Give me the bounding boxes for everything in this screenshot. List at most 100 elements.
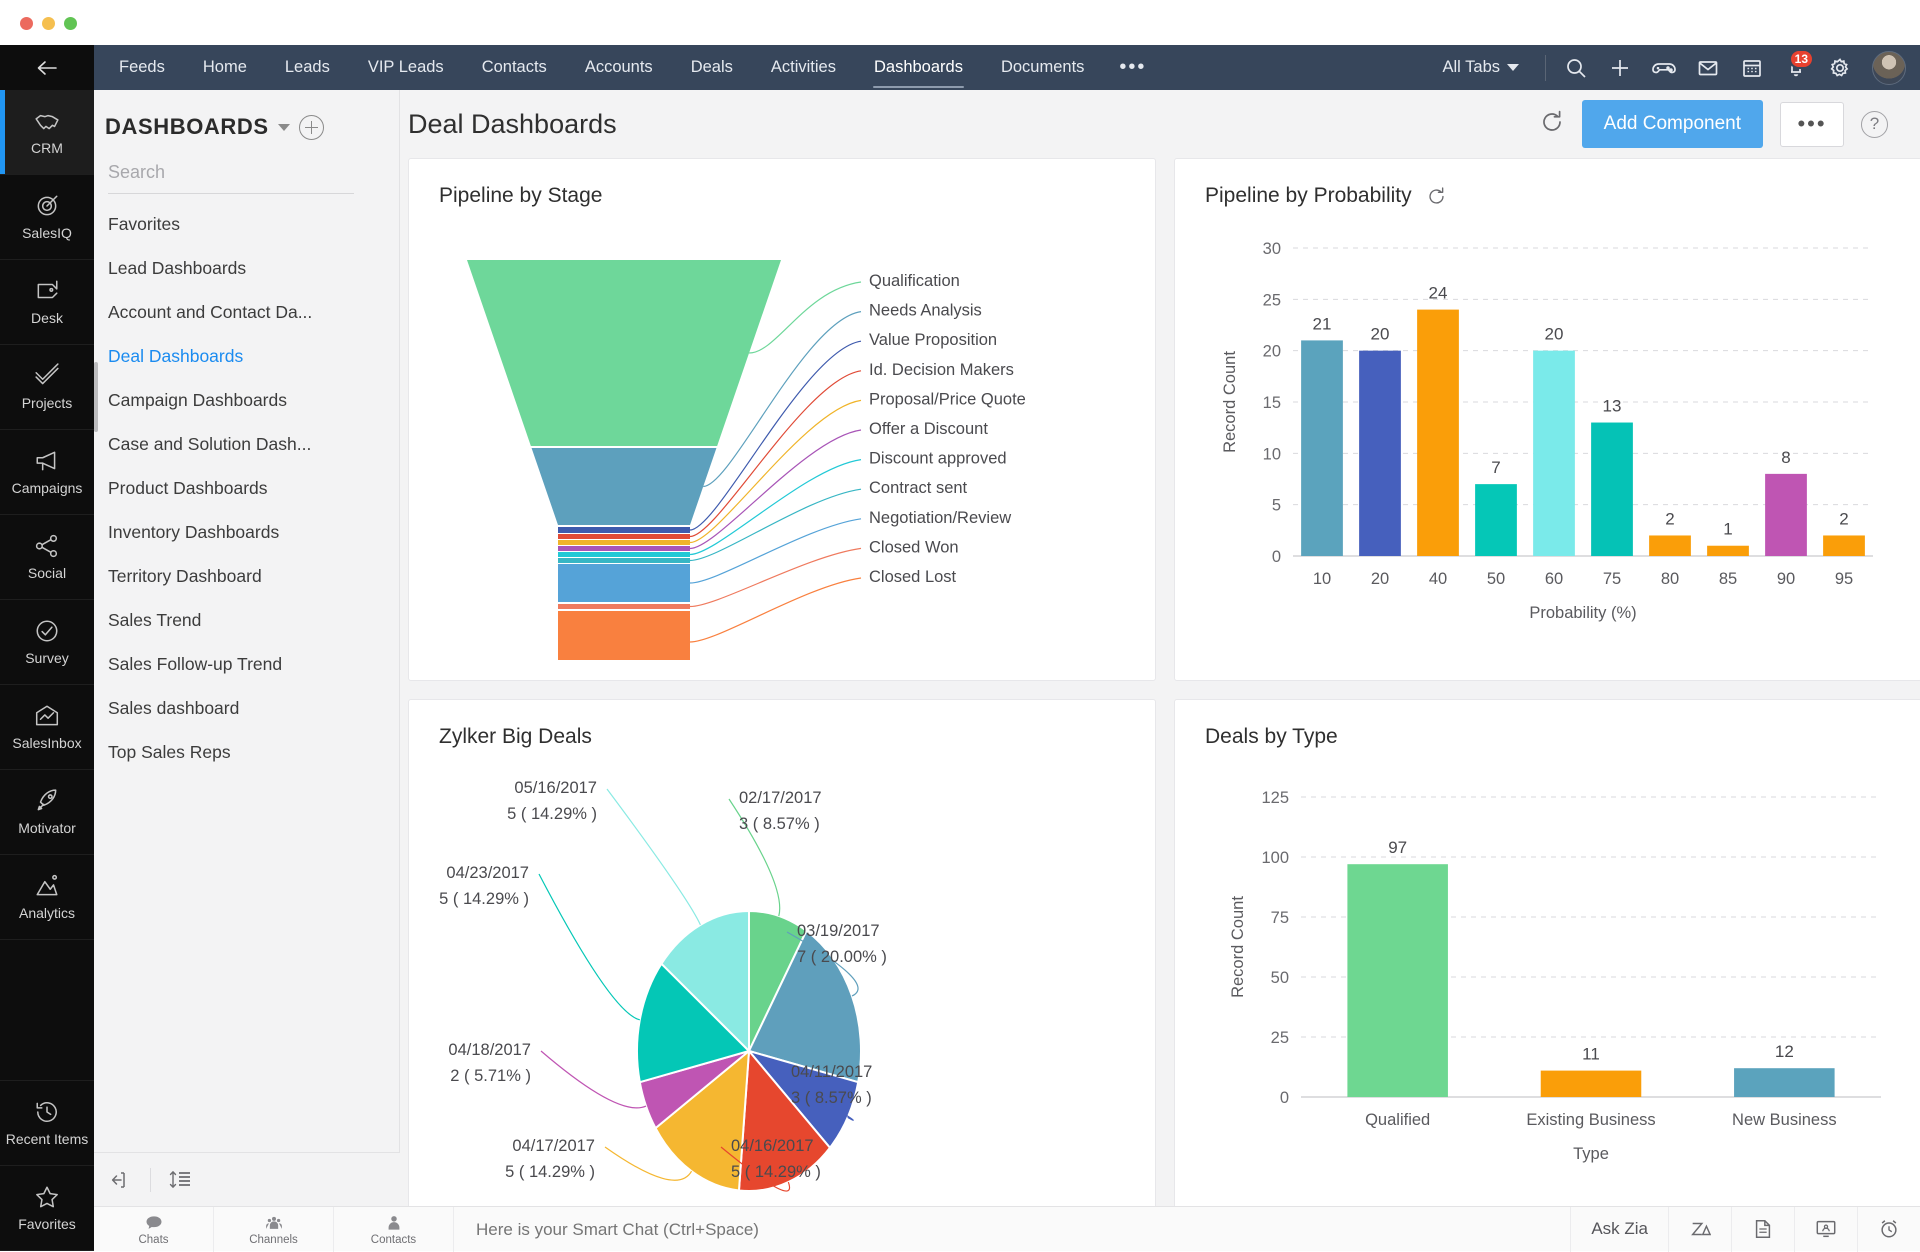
rail-item-motivator[interactable]: Motivator — [0, 770, 94, 855]
smart-chat-input[interactable] — [454, 1207, 1570, 1252]
search-input[interactable] — [108, 158, 354, 194]
window-minimize-button[interactable] — [42, 17, 55, 30]
dashboard-item-deal-dashboards[interactable]: Deal Dashboards — [94, 334, 399, 378]
probability-bar-chart[interactable]: 0510152025302110202024407502060137528018… — [1175, 208, 1920, 660]
collapse-panel-icon[interactable] — [106, 1165, 136, 1195]
rail-item-salesinbox[interactable]: SalesInbox — [0, 685, 94, 770]
nav-tab-documents[interactable]: Documents — [982, 45, 1103, 90]
sort-list-icon[interactable] — [165, 1165, 195, 1195]
bar[interactable] — [1301, 340, 1343, 556]
bar[interactable] — [1591, 423, 1633, 556]
bar[interactable] — [1475, 484, 1517, 556]
all-tabs-dropdown[interactable]: All Tabs — [1425, 58, 1537, 77]
pie-label-value: 7 ( 20.00% ) — [797, 948, 887, 966]
alarm-clock-icon — [1878, 1218, 1900, 1240]
bar[interactable] — [1347, 864, 1448, 1097]
dashboard-item-sales-follow-up-trend[interactable]: Sales Follow-up Trend — [94, 642, 399, 686]
plus-icon[interactable] — [1598, 45, 1642, 90]
bottom-right-ask-zia[interactable]: Ask Zia — [1570, 1207, 1668, 1252]
bottom-item-chats[interactable]: Chats — [94, 1207, 214, 1252]
bottom-item-channels[interactable]: Channels — [214, 1207, 334, 1252]
dashboard-item-product-dashboards[interactable]: Product Dashboards — [94, 466, 399, 510]
nav-tab-vip-leads[interactable]: VIP Leads — [349, 45, 463, 90]
funnel-label: Closed Won — [869, 538, 959, 556]
dashboard-item-territory-dashboard[interactable]: Territory Dashboard — [94, 554, 399, 598]
bar[interactable] — [1734, 1068, 1835, 1097]
x-tick-label: 20 — [1371, 570, 1389, 588]
dashboard-item-favorites[interactable]: Favorites — [94, 202, 399, 246]
nav-tab-leads[interactable]: Leads — [266, 45, 349, 90]
share-nodes-icon — [34, 533, 60, 559]
window-zoom-button[interactable] — [64, 17, 77, 30]
y-tick-label: 10 — [1263, 445, 1281, 463]
pie-label-value: 3 ( 8.57% ) — [739, 815, 820, 833]
presentation-icon[interactable] — [1794, 1207, 1857, 1252]
nav-tab-feeds[interactable]: Feeds — [100, 45, 184, 90]
x-tick-label: 95 — [1835, 570, 1853, 588]
nav-tab-accounts[interactable]: Accounts — [566, 45, 672, 90]
zia-logo-icon[interactable] — [1668, 1207, 1731, 1252]
big-deals-pie-chart[interactable]: 02/17/20173 ( 8.57% )03/19/20177 ( 20.00… — [409, 749, 1155, 1201]
nav-tab-dashboards[interactable]: Dashboards — [855, 45, 982, 90]
rail-item-desk[interactable]: Desk — [0, 260, 94, 345]
nav-tab-home[interactable]: Home — [184, 45, 266, 90]
add-component-button[interactable]: Add Component — [1582, 100, 1763, 148]
envelope-icon[interactable] — [1686, 45, 1730, 90]
dashboard-item-sales-trend[interactable]: Sales Trend — [94, 598, 399, 642]
funnel-chart[interactable]: QualificationNeeds AnalysisValue Proposi… — [409, 208, 1155, 660]
search-icon[interactable] — [1554, 45, 1598, 90]
plus-circle-icon[interactable] — [299, 115, 324, 140]
gear-icon[interactable] — [1818, 45, 1862, 90]
x-tick-label: 80 — [1661, 570, 1679, 588]
panel-scrollbar[interactable] — [94, 362, 98, 432]
calendar-icon[interactable] — [1730, 45, 1774, 90]
help-icon[interactable]: ? — [1861, 111, 1888, 138]
rail-item-favorites[interactable]: Favorites — [0, 1166, 94, 1251]
nav-tab-activities[interactable]: Activities — [752, 45, 855, 90]
x-tick-label: Qualified — [1365, 1111, 1430, 1129]
bar[interactable] — [1533, 351, 1575, 556]
gamepad-icon[interactable] — [1642, 45, 1686, 90]
bar[interactable] — [1541, 1071, 1642, 1097]
rail-item-survey[interactable]: Survey — [0, 600, 94, 685]
chevron-down-icon[interactable] — [278, 124, 290, 131]
rail-item-campaigns[interactable]: Campaigns — [0, 430, 94, 515]
refresh-icon[interactable] — [1426, 186, 1447, 207]
rail-item-recent-items[interactable]: Recent Items — [0, 1081, 94, 1166]
dashboard-item-inventory-dashboards[interactable]: Inventory Dashboards — [94, 510, 399, 554]
pie-label-value: 3 ( 8.57% ) — [791, 1089, 872, 1107]
bell-icon[interactable]: 13 — [1774, 45, 1818, 90]
target-icon — [34, 193, 60, 219]
bar[interactable] — [1765, 474, 1807, 556]
dashboard-item-account-and-contact-da[interactable]: Account and Contact Da... — [94, 290, 399, 334]
deals-by-type-bar-chart[interactable]: 025507510012597Qualified11Existing Busin… — [1175, 749, 1920, 1201]
rail-item-crm[interactable]: CRM — [0, 90, 94, 175]
rail-item-salesiq[interactable]: SalesIQ — [0, 175, 94, 260]
rail-item-projects[interactable]: Projects — [0, 345, 94, 430]
bar[interactable] — [1359, 351, 1401, 556]
bottom-item-contacts[interactable]: Contacts — [334, 1207, 454, 1252]
bar-value-label: 11 — [1582, 1045, 1600, 1064]
bar[interactable] — [1823, 535, 1865, 556]
avatar[interactable] — [1872, 51, 1906, 85]
nav-tab-contacts[interactable]: Contacts — [463, 45, 566, 90]
dashboard-item-campaign-dashboards[interactable]: Campaign Dashboards — [94, 378, 399, 422]
nav-overflow-button[interactable]: ••• — [1103, 56, 1162, 79]
rail-collapse-button[interactable] — [0, 45, 94, 90]
dashboard-item-top-sales-reps[interactable]: Top Sales Reps — [94, 730, 399, 774]
document-icon — [1752, 1218, 1774, 1240]
bar[interactable] — [1417, 310, 1459, 556]
more-options-button[interactable]: ••• — [1780, 102, 1844, 147]
dashboard-item-sales-dashboard[interactable]: Sales dashboard — [94, 686, 399, 730]
bar[interactable] — [1649, 535, 1691, 556]
rail-item-social[interactable]: Social — [0, 515, 94, 600]
document-icon[interactable] — [1731, 1207, 1794, 1252]
rail-item-analytics[interactable]: Analytics — [0, 855, 94, 940]
window-close-button[interactable] — [20, 17, 33, 30]
dashboard-item-case-and-solution-dash[interactable]: Case and Solution Dash... — [94, 422, 399, 466]
refresh-icon[interactable] — [1539, 109, 1565, 140]
nav-tab-deals[interactable]: Deals — [672, 45, 752, 90]
bar[interactable] — [1707, 546, 1749, 556]
alarm-clock-icon[interactable] — [1857, 1207, 1920, 1252]
dashboard-item-lead-dashboards[interactable]: Lead Dashboards — [94, 246, 399, 290]
